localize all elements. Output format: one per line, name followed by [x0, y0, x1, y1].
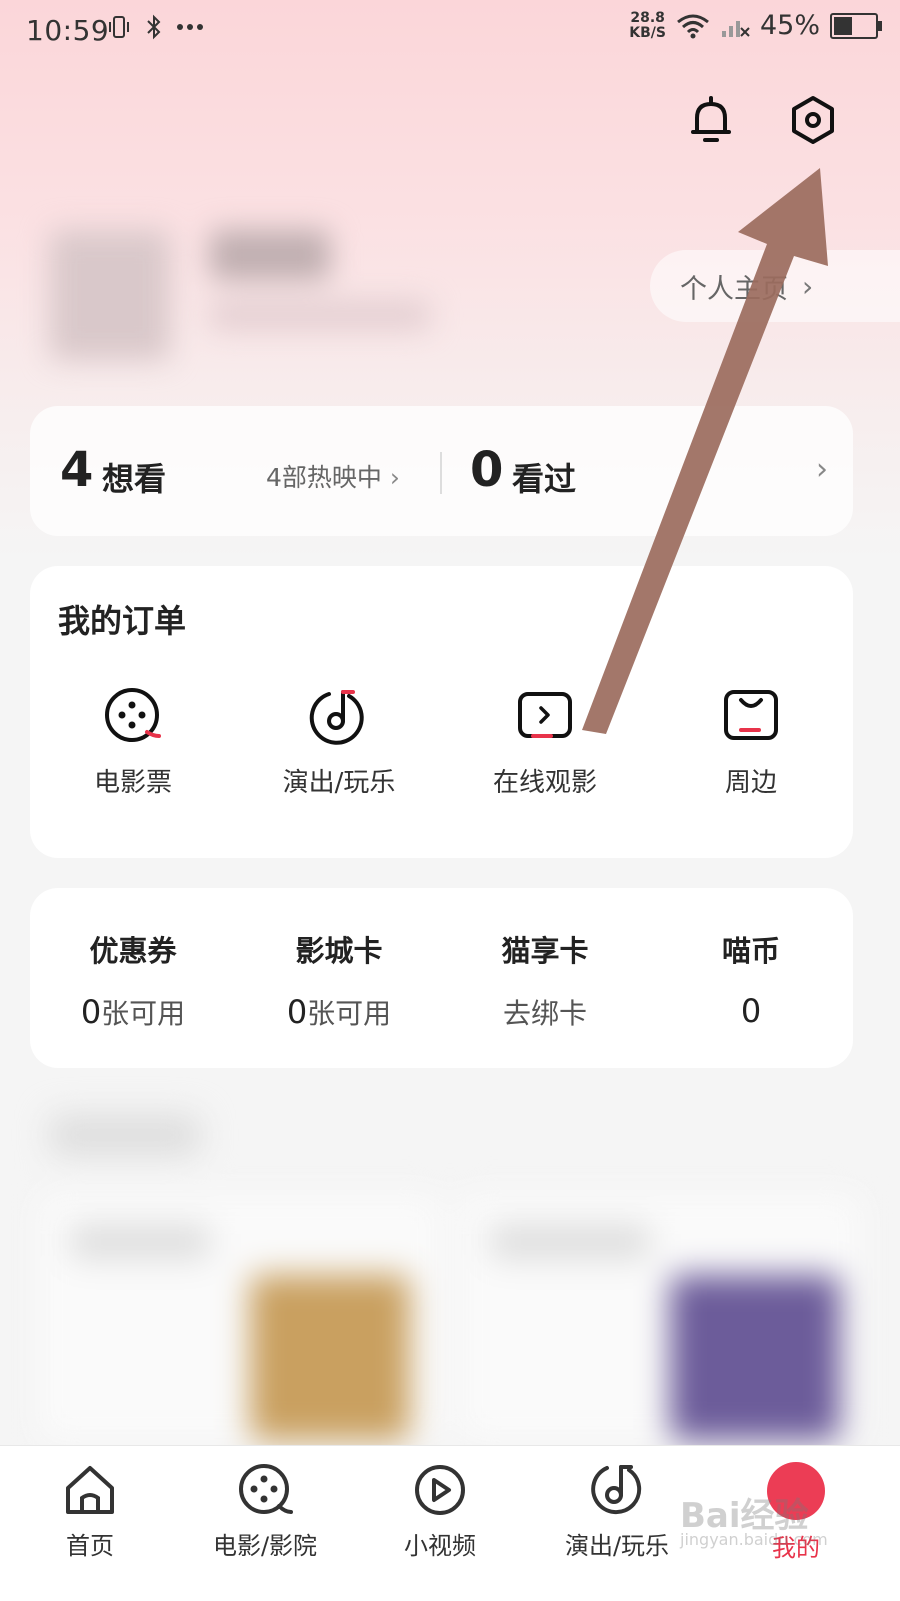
avatar: [50, 230, 170, 360]
tab-movies-cinemas[interactable]: 电影/影院: [175, 1462, 355, 1561]
settings-icon[interactable]: [785, 92, 841, 148]
blurred-poster: [670, 1275, 840, 1440]
seen-count[interactable]: 0: [470, 442, 503, 498]
signal-icon: [721, 20, 750, 37]
asset-value: 去绑卡: [442, 992, 648, 1032]
asset-value: 0: [648, 992, 854, 1030]
profile-page-link[interactable]: 个人主页 ›: [650, 250, 900, 322]
status-right: 28.8 KB/S 45%: [629, 9, 882, 41]
seen-label[interactable]: 看过: [512, 454, 576, 500]
blurred-text: [490, 1225, 650, 1259]
asset-count: 0: [740, 992, 762, 1030]
vibrate-icon: [109, 16, 129, 38]
profile-link-label: 个人主页: [680, 273, 788, 305]
net-speed-value: 28.8: [630, 9, 665, 26]
asset-title: 影城卡: [295, 934, 383, 968]
watermark-url: jingyan.baidu.com: [680, 1530, 828, 1549]
music-note-icon: [309, 690, 364, 745]
chevron-right-icon: ›: [389, 463, 400, 492]
play-screen-icon: [518, 692, 572, 738]
order-online-movies[interactable]: 在线观影: [442, 686, 648, 799]
net-speed-unit: KB/S: [629, 24, 666, 41]
status-left-icons: [106, 14, 204, 40]
asset-count: 0: [286, 993, 308, 1031]
net-speed: 28.8 KB/S: [629, 9, 666, 41]
order-merchandise[interactable]: 周边: [648, 686, 854, 799]
asset-coupons[interactable]: 优惠券 0张可用: [30, 928, 236, 1032]
divider: [440, 452, 442, 494]
my-orders-card: 我的订单 电影票 演出/玩乐 在线观影 周边: [30, 566, 853, 858]
play-icon: [415, 1465, 465, 1515]
order-label: 在线观影: [492, 768, 597, 798]
asset-coins[interactable]: 喵币 0: [648, 928, 854, 1030]
watch-summary-card: 4 想看 4部热映中 › 0 看过 ›: [30, 406, 853, 536]
asset-title: 喵币: [721, 934, 780, 968]
bind-card-link[interactable]: 去绑卡: [503, 997, 587, 1030]
assets-card: 优惠券 0张可用 影城卡 0张可用 猫享卡 去绑卡 喵币 0: [30, 888, 853, 1068]
chevron-right-icon[interactable]: ›: [816, 452, 828, 487]
film-reel-icon: [105, 688, 161, 742]
asset-suffix: 张可用: [307, 997, 392, 1030]
order-label: 电影票: [93, 768, 172, 798]
status-bar: 10:59 28.8 KB/S 45%: [0, 0, 900, 62]
blurred-text: [70, 1225, 210, 1259]
order-movie-tickets[interactable]: 电影票: [30, 686, 236, 799]
asset-cinema-card[interactable]: 影城卡 0张可用: [236, 928, 442, 1032]
want-count[interactable]: 4: [60, 442, 93, 498]
order-shows[interactable]: 演出/玩乐: [236, 686, 442, 799]
status-time: 10:59: [26, 14, 110, 47]
orders-title: 我的订单: [58, 602, 187, 640]
film-reel-icon: [239, 1464, 293, 1514]
asset-title: 猫享卡: [501, 934, 589, 968]
battery-icon: [830, 12, 882, 39]
battery-percent: 45%: [759, 10, 820, 41]
tab-short-videos[interactable]: 小视频: [350, 1462, 530, 1561]
bluetooth-icon: [147, 14, 161, 40]
asset-value: 0张可用: [30, 992, 236, 1032]
user-subtitle-blurred: [210, 300, 430, 330]
tab-label: 首页: [66, 1532, 114, 1560]
order-label: 周边: [724, 768, 777, 798]
bell-icon[interactable]: [683, 92, 739, 148]
profile-info-blurred: [40, 210, 460, 380]
more-dots-icon: [177, 24, 203, 30]
asset-cat-card[interactable]: 猫享卡 去绑卡: [442, 928, 648, 1032]
now-showing-label: 4部热映中: [266, 463, 382, 492]
tab-home[interactable]: 首页: [0, 1462, 180, 1561]
asset-value: 0张可用: [236, 992, 442, 1032]
blurred-poster: [250, 1275, 410, 1440]
home-icon: [66, 1466, 114, 1514]
asset-title: 优惠券: [89, 934, 177, 968]
wifi-icon: [677, 14, 709, 38]
tab-label: 小视频: [404, 1532, 476, 1560]
asset-suffix: 张可用: [101, 997, 186, 1030]
order-label: 演出/玩乐: [282, 768, 396, 798]
bag-icon: [724, 690, 778, 740]
music-note-icon: [591, 1465, 642, 1515]
chevron-right-icon: ›: [802, 269, 814, 303]
tab-label: 电影/影院: [212, 1532, 318, 1560]
asset-count: 0: [80, 993, 102, 1031]
section-title-blurred: [50, 1115, 200, 1155]
now-showing-link[interactable]: 4部热映中 ›: [266, 458, 400, 494]
recommendations-blurred: [20, 1095, 880, 1440]
want-label[interactable]: 想看: [102, 454, 166, 500]
username-blurred: [210, 230, 330, 280]
